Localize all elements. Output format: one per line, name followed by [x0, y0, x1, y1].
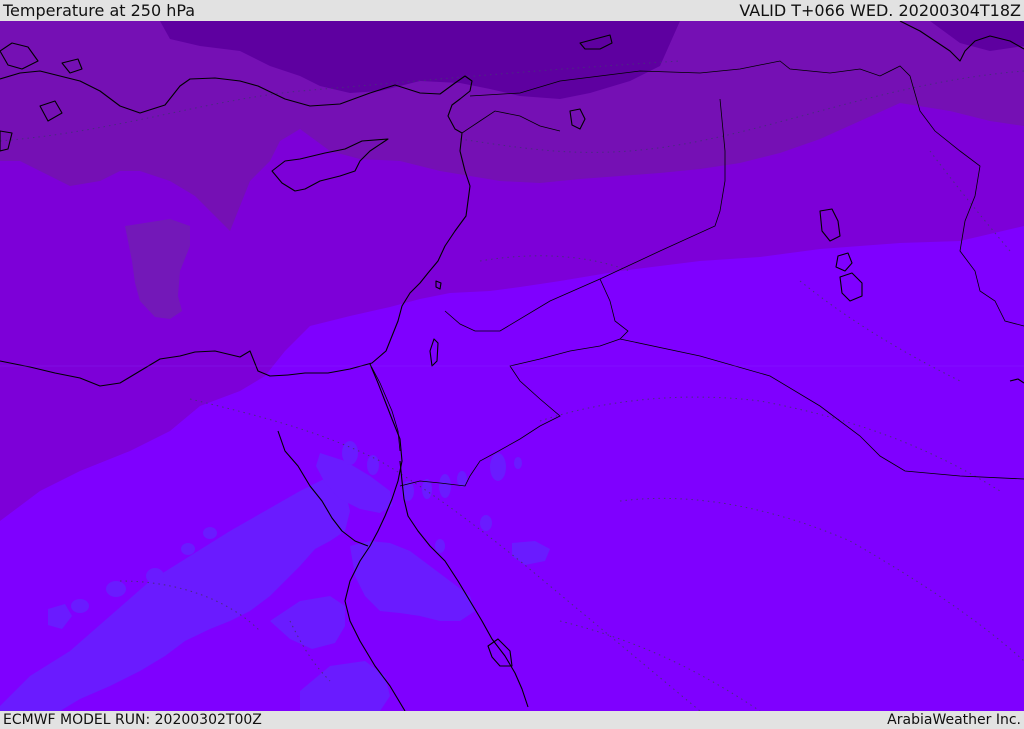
map-figure: Temperature at 250 hPa VALID T+066 WED. … — [0, 0, 1024, 729]
temperature-map — [0, 21, 1024, 711]
map-title: Temperature at 250 hPa — [3, 1, 196, 20]
footer-bar: ECMWF MODEL RUN: 20200302T00Z ArabiaWeat… — [0, 711, 1024, 729]
model-run-label: ECMWF MODEL RUN: 20200302T00Z — [3, 712, 262, 728]
valid-time-label: VALID T+066 WED. 20200304T18Z — [739, 1, 1021, 20]
header-bar: Temperature at 250 hPa VALID T+066 WED. … — [0, 0, 1024, 21]
credit-label: ArabiaWeather Inc. — [887, 712, 1021, 728]
